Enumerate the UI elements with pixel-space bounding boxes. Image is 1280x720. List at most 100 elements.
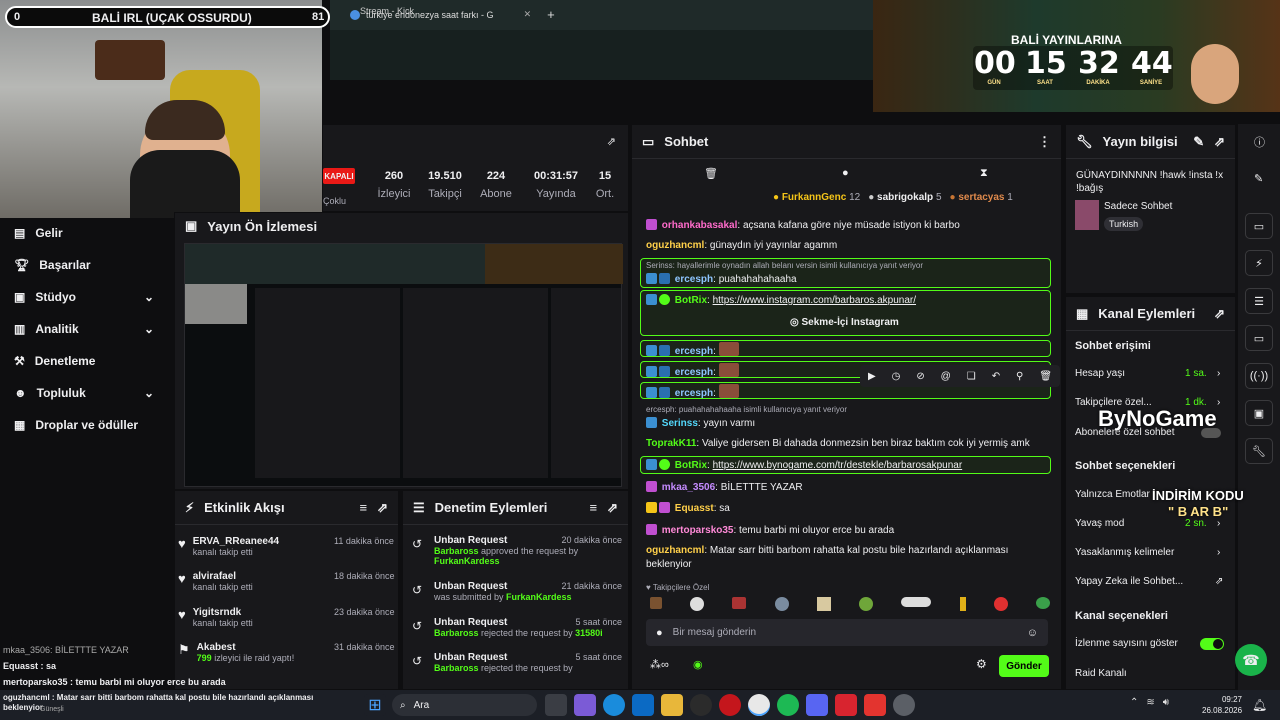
copilot-icon[interactable] — [574, 694, 596, 716]
activity-user[interactable]: alvirafael — [193, 571, 253, 582]
mod-actor[interactable]: Barbaross — [434, 546, 479, 556]
browser-tab-google[interactable]: türkiye endonezya saat farkı - G ✕ + — [350, 7, 555, 22]
nav-item-moderation[interactable]: ⚒ Denetleme — [14, 354, 95, 368]
spotify-icon[interactable] — [777, 694, 799, 716]
rail-btn-5[interactable]: ((·)) — [1245, 363, 1273, 389]
copy-icon[interactable]: ❏ — [967, 371, 976, 382]
rail-btn-2[interactable]: ⚡︎ — [1245, 250, 1273, 276]
chrome-icon[interactable] — [748, 694, 770, 716]
tag-chip[interactable]: Turkish — [1104, 217, 1144, 231]
chat-user[interactable]: oguzhancml — [646, 545, 704, 556]
popout-icon[interactable]: ⇗ — [1214, 306, 1225, 322]
hide-icon[interactable]: ⊘ — [916, 371, 924, 382]
start-button[interactable]: ⊞ — [364, 694, 386, 716]
clock[interactable]: 09:27 26.08.2026 — [1202, 694, 1242, 716]
emote-2[interactable] — [690, 597, 705, 611]
rail-btn-6[interactable]: ▣ — [1245, 400, 1273, 426]
mod-target[interactable]: 31580i — [575, 628, 603, 638]
chat-user[interactable]: ToprakK11 — [646, 438, 696, 449]
mention-icon[interactable]: @ — [941, 371, 951, 382]
raid-channel-row[interactable]: Raid Kanalı — [1075, 668, 1127, 679]
mod-target[interactable]: FurkanKardess — [434, 556, 622, 566]
popout-icon[interactable]: ⇗ — [607, 500, 618, 516]
chat-bubble-icon[interactable]: ● — [842, 167, 849, 179]
send-button[interactable]: Gönder — [999, 655, 1049, 677]
filter-icon[interactable]: ≡ — [590, 500, 598, 515]
hourglass-icon[interactable]: ⧗ — [980, 167, 988, 180]
chat-user[interactable]: Equasst — [675, 503, 714, 514]
system-tray[interactable]: ⌃ ≋ 🔊︎ — [1130, 697, 1169, 708]
more-icon[interactable]: ⋮ — [1038, 134, 1051, 150]
mod-actor[interactable]: Barbaross — [434, 663, 479, 673]
nav-item-community[interactable]: ☻ Topluluk ⌄ — [14, 386, 154, 400]
settings-dots-icon[interactable]: ⁂∞ — [650, 658, 669, 671]
notification-bell-icon[interactable]: 🔔︎ — [1252, 698, 1267, 712]
account-age-row[interactable]: Hesap yaşı 1 sa. › — [1075, 368, 1225, 379]
chat-input[interactable]: ● Bir mesaj gönderin ☺ — [646, 619, 1048, 646]
nav-item-revenue[interactable]: ▤ Gelir — [14, 226, 63, 240]
ai-chat-row[interactable]: Yapay Zeka ile Sohbet... ⇗ — [1075, 576, 1225, 587]
rail-btn-4[interactable]: ▭ — [1245, 325, 1273, 351]
emote-3[interactable] — [732, 597, 747, 609]
outlook-icon[interactable] — [632, 694, 654, 716]
reply-icon[interactable]: ↶ — [992, 371, 1000, 382]
chatter-name[interactable]: sertacyas — [958, 192, 1004, 203]
show-views-toggle[interactable] — [1200, 637, 1224, 650]
chatter-name[interactable]: sabrigokalp — [877, 192, 933, 203]
chat-user[interactable]: BotRix — [675, 295, 707, 306]
chat-user[interactable]: mkaa_3506 — [662, 482, 715, 493]
rail-btn-1[interactable]: ▭ — [1245, 213, 1273, 239]
activity-user[interactable]: Akabest — [197, 642, 295, 653]
nav-item-achievements[interactable]: 🏆︎ Başarılar — [14, 258, 91, 272]
taskview-icon[interactable] — [545, 694, 567, 716]
chat-user[interactable]: orhankabasakal — [662, 220, 738, 231]
opera-icon[interactable] — [719, 694, 741, 716]
rail-btn-7[interactable]: 🔧︎ — [1245, 438, 1273, 464]
pin-icon[interactable]: ⚲ — [1016, 371, 1023, 382]
emoji-icon[interactable]: ☺ — [1027, 627, 1038, 639]
chat-user[interactable]: ercesph — [675, 367, 713, 378]
app-icon-gray[interactable] — [893, 694, 915, 716]
gear-icon[interactable]: ⚙ — [976, 657, 987, 671]
nav-item-studio[interactable]: ▣ Stüdyo ⌄ — [14, 290, 154, 304]
activity-user[interactable]: ERVA_RReanee44 — [193, 536, 279, 547]
kick-coin-icon[interactable]: ◉ — [693, 658, 703, 671]
play-icon[interactable]: ▶ — [868, 371, 876, 382]
mod-actor[interactable]: Barbaross — [434, 628, 479, 638]
emote-8[interactable] — [959, 597, 966, 611]
headset-icon[interactable]: ☎ — [1235, 644, 1267, 676]
filter-icon[interactable]: ≡ — [360, 500, 368, 515]
show-views-row[interactable]: İzlenme sayısını göster — [1075, 637, 1225, 650]
popout-icon[interactable]: ⇗ — [377, 500, 388, 516]
edit-icon[interactable]: ✎ — [1193, 134, 1204, 150]
app-icon-bolt[interactable] — [864, 694, 886, 716]
new-tab-button[interactable]: + — [547, 7, 555, 22]
activity-user[interactable]: Yigitsrndk — [193, 607, 253, 618]
chatter-name[interactable]: FurkannGenc — [782, 192, 846, 203]
app-icon-red[interactable] — [835, 694, 857, 716]
chat-user[interactable]: Serinss — [662, 418, 698, 429]
obs-icon[interactable] — [690, 694, 712, 716]
discord-icon[interactable] — [806, 694, 828, 716]
emote-7[interactable] — [901, 597, 932, 607]
mod-target[interactable]: FurkanKardess — [506, 592, 572, 602]
banned-words-row[interactable]: Yasaklanmış kelimeler › — [1075, 547, 1225, 558]
emote-6[interactable] — [859, 597, 874, 611]
explorer-icon[interactable] — [661, 694, 683, 716]
popout-icon[interactable]: ⇗ — [607, 135, 616, 148]
close-tab-icon[interactable]: ✕ — [524, 9, 532, 20]
instagram-button[interactable]: ◎ Sekme-İçi Instagram — [790, 317, 899, 328]
nav-item-drops[interactable]: ▦ Droplar ve ödüller — [14, 418, 138, 432]
taskbar-search[interactable]: ⌕ Ara — [392, 694, 537, 716]
popout-icon[interactable]: ⇗ — [1214, 134, 1225, 150]
timeout-icon[interactable]: ◷ — [892, 371, 901, 382]
chat-user[interactable]: ercesph — [675, 346, 713, 357]
slow-mode-row[interactable]: Yavaş mod 2 sn. › — [1075, 518, 1225, 529]
chat-user[interactable]: oguzhancml — [646, 240, 704, 251]
chat-user[interactable]: ercesph — [675, 388, 713, 399]
emote-1[interactable] — [650, 597, 662, 609]
emote-10[interactable] — [1035, 597, 1050, 609]
edge-icon[interactable] — [603, 694, 625, 716]
nav-item-analytics[interactable]: ▥ Analitik ⌄ — [14, 322, 154, 336]
info-icon[interactable]: ⓘ — [1254, 134, 1265, 150]
